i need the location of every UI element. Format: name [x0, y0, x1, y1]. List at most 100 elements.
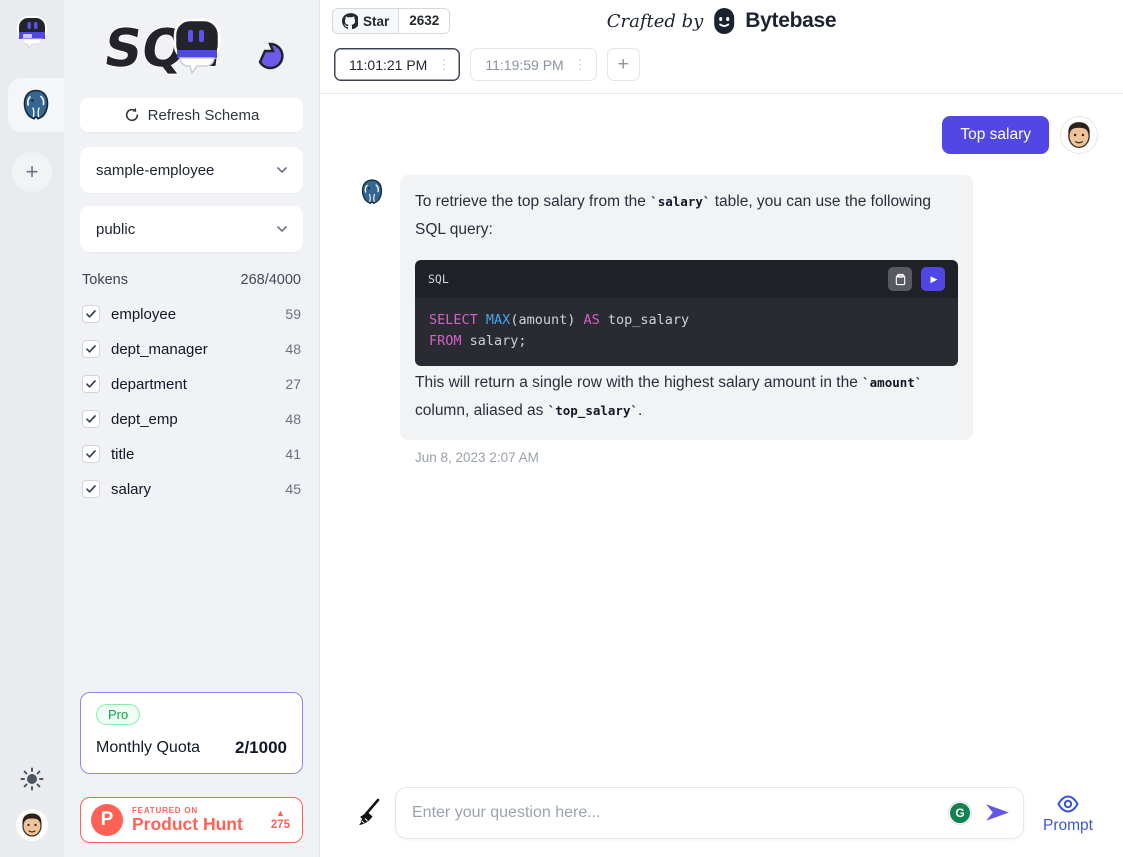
code-block-header: SQL ▶	[415, 260, 958, 298]
monthly-quota-label: Monthly Quota	[96, 739, 200, 757]
sqlchat-logo: SQL	[80, 6, 303, 92]
send-icon	[984, 800, 1011, 825]
run-query-button[interactable]: ▶	[921, 267, 945, 291]
table-row: employee 59	[80, 302, 303, 326]
prompt-button[interactable]: Prompt	[1037, 792, 1099, 835]
table-row: title 41	[80, 442, 303, 466]
github-icon	[342, 13, 358, 29]
user-avatar[interactable]	[16, 809, 48, 841]
connection-item-postgres[interactable]	[8, 78, 64, 132]
eye-icon	[1056, 792, 1080, 816]
chat-main: Star 2632 Crafted by Bytebase 11:01:21 P…	[320, 0, 1123, 857]
conversation-tabs: 11:01:21 PM ⋮ 11:19:59 PM ⋮ +	[320, 42, 1123, 94]
tokens-value: 268/4000	[241, 272, 301, 288]
assistant-paragraph: To retrieve the top salary from the `sal…	[415, 188, 958, 244]
table-token-count: 45	[285, 481, 301, 497]
product-hunt-name: Product Hunt	[132, 815, 243, 833]
table-name: department	[111, 376, 285, 393]
star-label: Star	[363, 14, 389, 29]
message-timestamp: Jun 8, 2023 2:07 AM	[415, 450, 1098, 465]
message-list[interactable]: Top salary	[320, 94, 1123, 777]
checkbox-salary[interactable]	[82, 480, 100, 498]
refresh-schema-button[interactable]: Refresh Schema	[80, 98, 303, 132]
code-language-label: SQL	[428, 265, 449, 293]
assistant-paragraph: This will return a single row with the h…	[415, 369, 958, 425]
database-select[interactable]: sample-employee	[80, 147, 303, 193]
table-row: department 27	[80, 372, 303, 396]
prompt-label: Prompt	[1043, 817, 1093, 835]
copy-code-button[interactable]	[888, 267, 912, 291]
table-name: dept_emp	[111, 411, 285, 428]
refresh-schema-label: Refresh Schema	[148, 107, 260, 124]
checkbox-title[interactable]	[82, 445, 100, 463]
tab-conversation-2[interactable]: 11:19:59 PM ⋮	[470, 48, 596, 81]
postgres-elephant-icon	[19, 88, 53, 122]
sql-code-block: SQL ▶	[415, 260, 958, 366]
upvote-icon: ▲	[276, 809, 285, 818]
schema-select-value: public	[96, 221, 275, 238]
user-message-bubble: Top salary	[942, 116, 1049, 154]
plus-icon: +	[618, 54, 629, 76]
play-icon: ▶	[931, 274, 938, 285]
schema-select[interactable]: public	[80, 206, 303, 252]
product-hunt-badge[interactable]: P FEATURED ON Product Hunt ▲ 275	[80, 797, 303, 843]
checkbox-employee[interactable]	[82, 305, 100, 323]
pro-badge: Pro	[96, 704, 140, 725]
panel-spacer	[80, 501, 303, 692]
table-row: dept_emp 48	[80, 407, 303, 431]
crafted-by-brand[interactable]: Crafted by Bytebase	[607, 8, 837, 34]
table-name: title	[111, 446, 285, 463]
table-name: salary	[111, 481, 285, 498]
table-token-count: 41	[285, 446, 301, 462]
add-connection-button[interactable]: +	[12, 152, 52, 192]
question-input-container: G	[395, 787, 1024, 839]
tab-label: 11:19:59 PM	[485, 57, 563, 73]
table-row: dept_manager 48	[80, 337, 303, 361]
checkbox-dept-manager[interactable]	[82, 340, 100, 358]
tab-label: 11:01:21 PM	[349, 57, 427, 73]
question-input[interactable]	[412, 804, 949, 822]
table-token-count: 59	[285, 306, 301, 322]
crafted-by-label: Crafted by	[607, 11, 704, 32]
clipboard-icon	[894, 273, 907, 286]
tab-menu-icon[interactable]: ⋮	[572, 58, 589, 71]
chevron-down-icon	[275, 222, 289, 236]
nav-rail: +	[0, 0, 64, 857]
user-message-row: Top salary	[358, 116, 1098, 154]
new-conversation-button[interactable]: +	[607, 48, 640, 81]
composer-bar: G Prompt	[320, 777, 1123, 857]
database-select-value: sample-employee	[96, 162, 275, 179]
pro-quota-card: Pro Monthly Quota 2/1000	[80, 692, 303, 774]
checkbox-dept-emp[interactable]	[82, 410, 100, 428]
send-button[interactable]	[983, 800, 1011, 826]
tokens-label: Tokens	[82, 272, 128, 288]
code-content: SELECT MAX(amount) AS top_salary FROM sa…	[415, 298, 958, 366]
assistant-message-row: To retrieve the top salary from the `sal…	[358, 175, 1098, 440]
sqlchat-bot-icon[interactable]	[13, 14, 51, 52]
inline-code: `top_salary`	[548, 403, 638, 418]
postgres-assistant-avatar	[358, 178, 386, 206]
table-name: employee	[111, 306, 285, 323]
table-token-count: 48	[285, 411, 301, 427]
product-hunt-logo-icon: P	[91, 804, 123, 836]
table-name: dept_manager	[111, 341, 285, 358]
grammarly-icon[interactable]: G	[949, 802, 971, 824]
bytebase-logo-icon	[711, 8, 737, 34]
assistant-message-bubble: To retrieve the top salary from the `sal…	[400, 175, 973, 440]
tab-conversation-1[interactable]: 11:01:21 PM ⋮	[334, 48, 460, 81]
monthly-quota-value: 2/1000	[235, 738, 287, 758]
github-star-button[interactable]: Star 2632	[332, 8, 450, 34]
plus-icon: +	[26, 159, 39, 185]
sqlchat-app: +	[0, 0, 1123, 857]
checkbox-department[interactable]	[82, 375, 100, 393]
table-token-count: 48	[285, 341, 301, 357]
upvote-count: ▲ 275	[271, 809, 290, 832]
theme-toggle-sun-icon[interactable]	[20, 767, 44, 791]
schema-sidebar: SQL Refresh Schema sample-employee	[64, 0, 320, 857]
tab-menu-icon[interactable]: ⋮	[435, 58, 452, 71]
clear-conversation-broom-icon[interactable]	[354, 798, 382, 828]
table-row: salary 45	[80, 477, 303, 501]
main-header: Star 2632 Crafted by Bytebase	[320, 0, 1123, 42]
star-count: 2632	[398, 9, 449, 33]
refresh-icon	[124, 107, 140, 123]
